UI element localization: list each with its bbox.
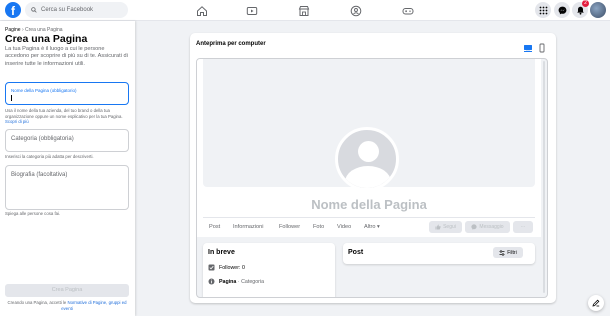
active-device-indicator — [524, 51, 532, 52]
search-input[interactable]: Cerca su Facebook — [25, 2, 128, 18]
page-category-row: Pagina · Categoria — [208, 278, 264, 285]
followers-row: Follower: 0 — [208, 264, 245, 271]
home-icon[interactable] — [196, 4, 208, 16]
category-help: Inserisci la categoria più adatta per de… — [5, 154, 94, 159]
filter-button: Filtri — [493, 247, 523, 258]
preview-scrollbar[interactable] — [543, 61, 545, 293]
terms-notice: Creando una Pagina, accetti le Normative… — [5, 300, 129, 311]
create-page-button[interactable]: Crea Pagina — [5, 284, 129, 297]
profile-picture — [335, 127, 399, 191]
groups-icon[interactable] — [350, 4, 362, 17]
posts-card: Post Filtri — [343, 243, 535, 264]
terms-text: Creando una Pagina, accetti le — [7, 300, 67, 305]
profile-silhouette-head — [358, 141, 379, 162]
page-name-help-text: Usa il nome della tua azienda, del tuo b… — [5, 108, 123, 119]
tab-post: Post — [209, 224, 221, 230]
bio-field[interactable]: Biografia (facoltativa) — [5, 165, 129, 210]
avatar[interactable] — [590, 2, 606, 18]
menu-grid-icon[interactable] — [535, 2, 551, 18]
posts-card-title: Post — [348, 249, 364, 256]
new-message-button[interactable] — [588, 295, 604, 311]
bio-help: Spiega alle persone cosa fai. — [5, 211, 61, 216]
filter-button-label: Filtri — [507, 249, 517, 256]
search-icon — [31, 7, 37, 13]
follow-button-label: Segui — [443, 224, 456, 230]
category-placeholder: Categoria (obbligatoria) — [11, 136, 74, 142]
messenger-icon — [471, 224, 478, 230]
terms-link[interactable]: Normative di Pagine, gruppi ed eventi — [61, 300, 126, 311]
desktop-icon[interactable] — [523, 40, 533, 52]
more-options-button: ··· — [513, 221, 533, 233]
marketplace-icon[interactable] — [298, 4, 310, 16]
more-options-label: ··· — [520, 224, 526, 230]
mobile-icon[interactable] — [537, 40, 547, 53]
bio-placeholder: Biografia (facoltativa) — [11, 172, 68, 178]
followers-count: Follower: 0 — [219, 264, 245, 271]
desktop-preview-panel: Anteprima per computer Nome della Pagina… — [190, 33, 556, 303]
page-type-label: Pagina — [219, 278, 237, 285]
tab-foto: Foto — [313, 224, 325, 230]
preview-title: Anteprima per computer — [196, 41, 266, 47]
preview-frame: Nome della Pagina Post Informazioni Foll… — [196, 58, 548, 298]
tab-follower: Follower — [279, 224, 301, 230]
learn-more-link[interactable]: Scopri di più — [5, 119, 29, 124]
filter-icon — [499, 249, 505, 256]
tab-video: Video — [337, 224, 352, 230]
create-page-sidebar: Pagine › Crea una Pagina Crea una Pagina… — [0, 21, 135, 316]
message-button-label: Messaggio — [479, 224, 504, 230]
tab-altro: Altro ▾ — [364, 224, 380, 230]
intro-card: In breve Follower: 0 Pagina · Categoria — [203, 243, 335, 297]
text-caret — [11, 95, 12, 101]
compose-icon — [592, 299, 600, 307]
divider — [203, 217, 535, 218]
page-name-label: Nome della Pagina (obbligatorio) — [11, 88, 77, 93]
page-title: Crea una Pagina — [5, 33, 88, 45]
facebook-logo-icon[interactable]: f — [5, 2, 21, 18]
profile-silhouette-body — [345, 166, 391, 188]
followers-icon — [208, 264, 215, 271]
message-button: Messaggio — [465, 221, 510, 233]
search-placeholder: Cerca su Facebook — [41, 7, 94, 13]
intro-card-title: In breve — [208, 249, 235, 256]
like-icon — [435, 224, 441, 230]
messenger-icon[interactable] — [554, 2, 570, 18]
notification-badge: 2 — [582, 0, 589, 7]
top-navigation-bar: f Cerca su Facebook 2 — [0, 0, 610, 21]
page-name-field[interactable]: Nome della Pagina (obbligatorio) — [5, 82, 129, 105]
gaming-icon[interactable] — [402, 4, 414, 16]
page-category-label: · Categoria — [236, 278, 265, 285]
category-field[interactable]: Categoria (obbligatoria) — [5, 129, 129, 152]
page-header-card: Nome della Pagina Post Informazioni Foll… — [197, 59, 541, 237]
watch-icon[interactable] — [246, 4, 258, 16]
info-icon — [208, 278, 215, 285]
tab-informazioni: Informazioni — [233, 224, 264, 230]
follow-button: Segui — [429, 221, 462, 233]
intro-text: La tua Pagina è il luogo a cui le person… — [5, 46, 128, 67]
page-name-preview: Nome della Pagina — [311, 197, 427, 212]
page-name-help: Usa il nome della tua azienda, del tuo b… — [5, 108, 129, 125]
